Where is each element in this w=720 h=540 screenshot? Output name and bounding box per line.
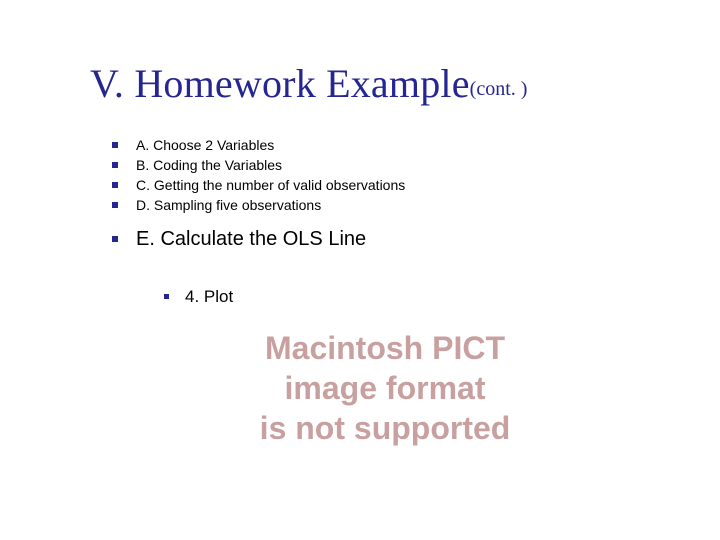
square-bullet-icon bbox=[112, 202, 118, 208]
square-bullet-icon bbox=[112, 236, 118, 242]
list-item-emphasis-text: E. Calculate the OLS Line bbox=[136, 229, 366, 249]
pict-line-3: is not supported bbox=[175, 408, 595, 448]
list-item-text: B. Coding the Variables bbox=[136, 158, 282, 172]
list-item: C. Getting the number of valid observati… bbox=[112, 175, 405, 195]
sub-list-item-text: 4. Plot bbox=[185, 288, 233, 305]
square-bullet-icon bbox=[112, 162, 118, 168]
square-bullet-icon bbox=[112, 142, 118, 148]
list-item-emphasis: E. Calculate the OLS Line bbox=[112, 224, 405, 254]
pict-line-2: image format bbox=[175, 368, 595, 408]
list-item: D. Sampling five observations bbox=[112, 195, 405, 215]
list-item: A. Choose 2 Variables bbox=[112, 135, 405, 155]
pict-unsupported-message: Macintosh PICT image format is not suppo… bbox=[175, 328, 595, 448]
title-main: V. Homework Example bbox=[90, 61, 470, 106]
level-2-list: 4. Plot bbox=[164, 288, 233, 305]
pict-line-1: Macintosh PICT bbox=[175, 328, 595, 368]
slide: V. Homework Example(cont. ) A. Choose 2 … bbox=[0, 0, 720, 540]
list-item-text: D. Sampling five observations bbox=[136, 198, 321, 212]
list-item: B. Coding the Variables bbox=[112, 155, 405, 175]
list-item-text: A. Choose 2 Variables bbox=[136, 138, 274, 152]
slide-title: V. Homework Example(cont. ) bbox=[90, 60, 527, 107]
square-bullet-icon bbox=[112, 182, 118, 188]
level-1-list: A. Choose 2 Variables B. Coding the Vari… bbox=[112, 135, 405, 254]
list-item-text: C. Getting the number of valid observati… bbox=[136, 178, 405, 192]
title-suffix: (cont. ) bbox=[470, 78, 528, 100]
sub-list-item: 4. Plot bbox=[164, 288, 233, 305]
square-bullet-icon bbox=[164, 294, 169, 299]
